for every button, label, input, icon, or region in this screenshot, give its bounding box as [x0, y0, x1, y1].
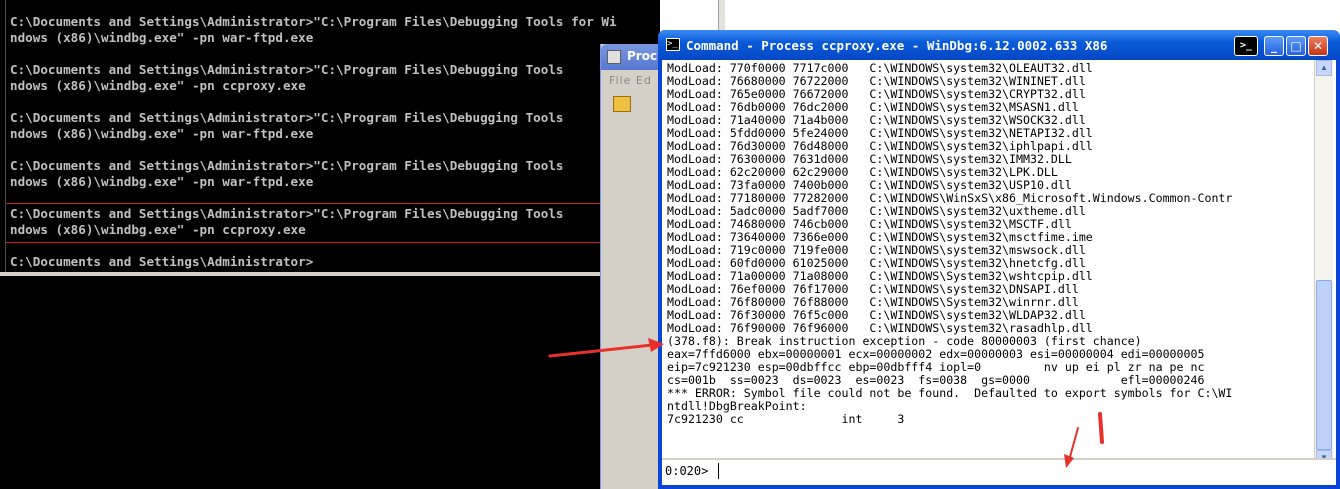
- close-button[interactable]: ✕: [1308, 36, 1328, 56]
- annotation-arrow-icon: [1064, 412, 1104, 468]
- process-window-menu[interactable]: File Ed: [609, 74, 652, 87]
- app-icon: [607, 50, 621, 64]
- cmd-line: ndows (x86)\windbg.exe" -pn ccproxy.exe: [10, 78, 306, 93]
- cmd-line: C:\Documents and Settings\Administrator>…: [10, 62, 564, 77]
- command-window-icon[interactable]: >_: [1234, 36, 1258, 56]
- cmd-line: [10, 46, 650, 62]
- cmd-console-window[interactable]: C:\Documents and Settings\Administrator>…: [0, 0, 660, 489]
- command-input-bar[interactable]: 0:020>: [662, 458, 1336, 484]
- cmd-line: C:\Documents and Settings\Administrator>…: [10, 158, 564, 173]
- windbg-command-window[interactable]: >_ Command - Process ccproxy.exe - WinDb…: [658, 30, 1340, 489]
- command-input[interactable]: [718, 463, 1333, 479]
- cmd-line: C:\Documents and Settings\Administrator>: [10, 254, 314, 269]
- minimize-button[interactable]: _: [1264, 36, 1284, 56]
- cmd-line: C:\Documents and Settings\Administrator>…: [10, 14, 617, 29]
- vertical-scroll-thumb[interactable]: [1316, 280, 1332, 450]
- process-window-title: Proc: [627, 49, 658, 63]
- cmd-line: ndows (x86)\windbg.exe" -pn war-ftpd.exe: [10, 174, 314, 189]
- highlight-box: [5, 203, 603, 243]
- cmd-line: ndows (x86)\windbg.exe" -pn war-ftpd.exe: [10, 126, 314, 141]
- cmd-line: [10, 94, 650, 110]
- vertical-scrollbar[interactable]: ▲ ▼: [1314, 60, 1333, 466]
- open-folder-icon[interactable]: [613, 96, 631, 112]
- output-line: 7c921230 cc int 3: [667, 412, 905, 426]
- command-prompt-icon: >_: [666, 38, 680, 51]
- windbg-titlebar[interactable]: >_ Command - Process ccproxy.exe - WinDb…: [658, 30, 1340, 60]
- cmd-line: ndows (x86)\windbg.exe" -pn war-ftpd.exe: [10, 30, 314, 45]
- annotation-arrow-icon: [548, 338, 664, 358]
- cmd-line: C:\Documents and Settings\Administrator>…: [10, 110, 564, 125]
- cmd-window-edge: [5, 0, 6, 276]
- windbg-window-title: Command - Process ccproxy.exe - WinDbg:6…: [686, 38, 1108, 53]
- cmd-window-bottom-border: [0, 272, 600, 276]
- cmd-line: [10, 142, 650, 158]
- debugger-prompt: 0:020>: [665, 464, 709, 478]
- command-output-pane[interactable]: ModLoad: 770f0000 7717c000 C:\WINDOWS\sy…: [662, 60, 1336, 485]
- maximize-button[interactable]: □: [1286, 36, 1306, 56]
- debugger-output-text: ModLoad: 770f0000 7717c000 C:\WINDOWS\sy…: [667, 62, 1312, 464]
- scroll-up-icon[interactable]: ▲: [1316, 60, 1332, 76]
